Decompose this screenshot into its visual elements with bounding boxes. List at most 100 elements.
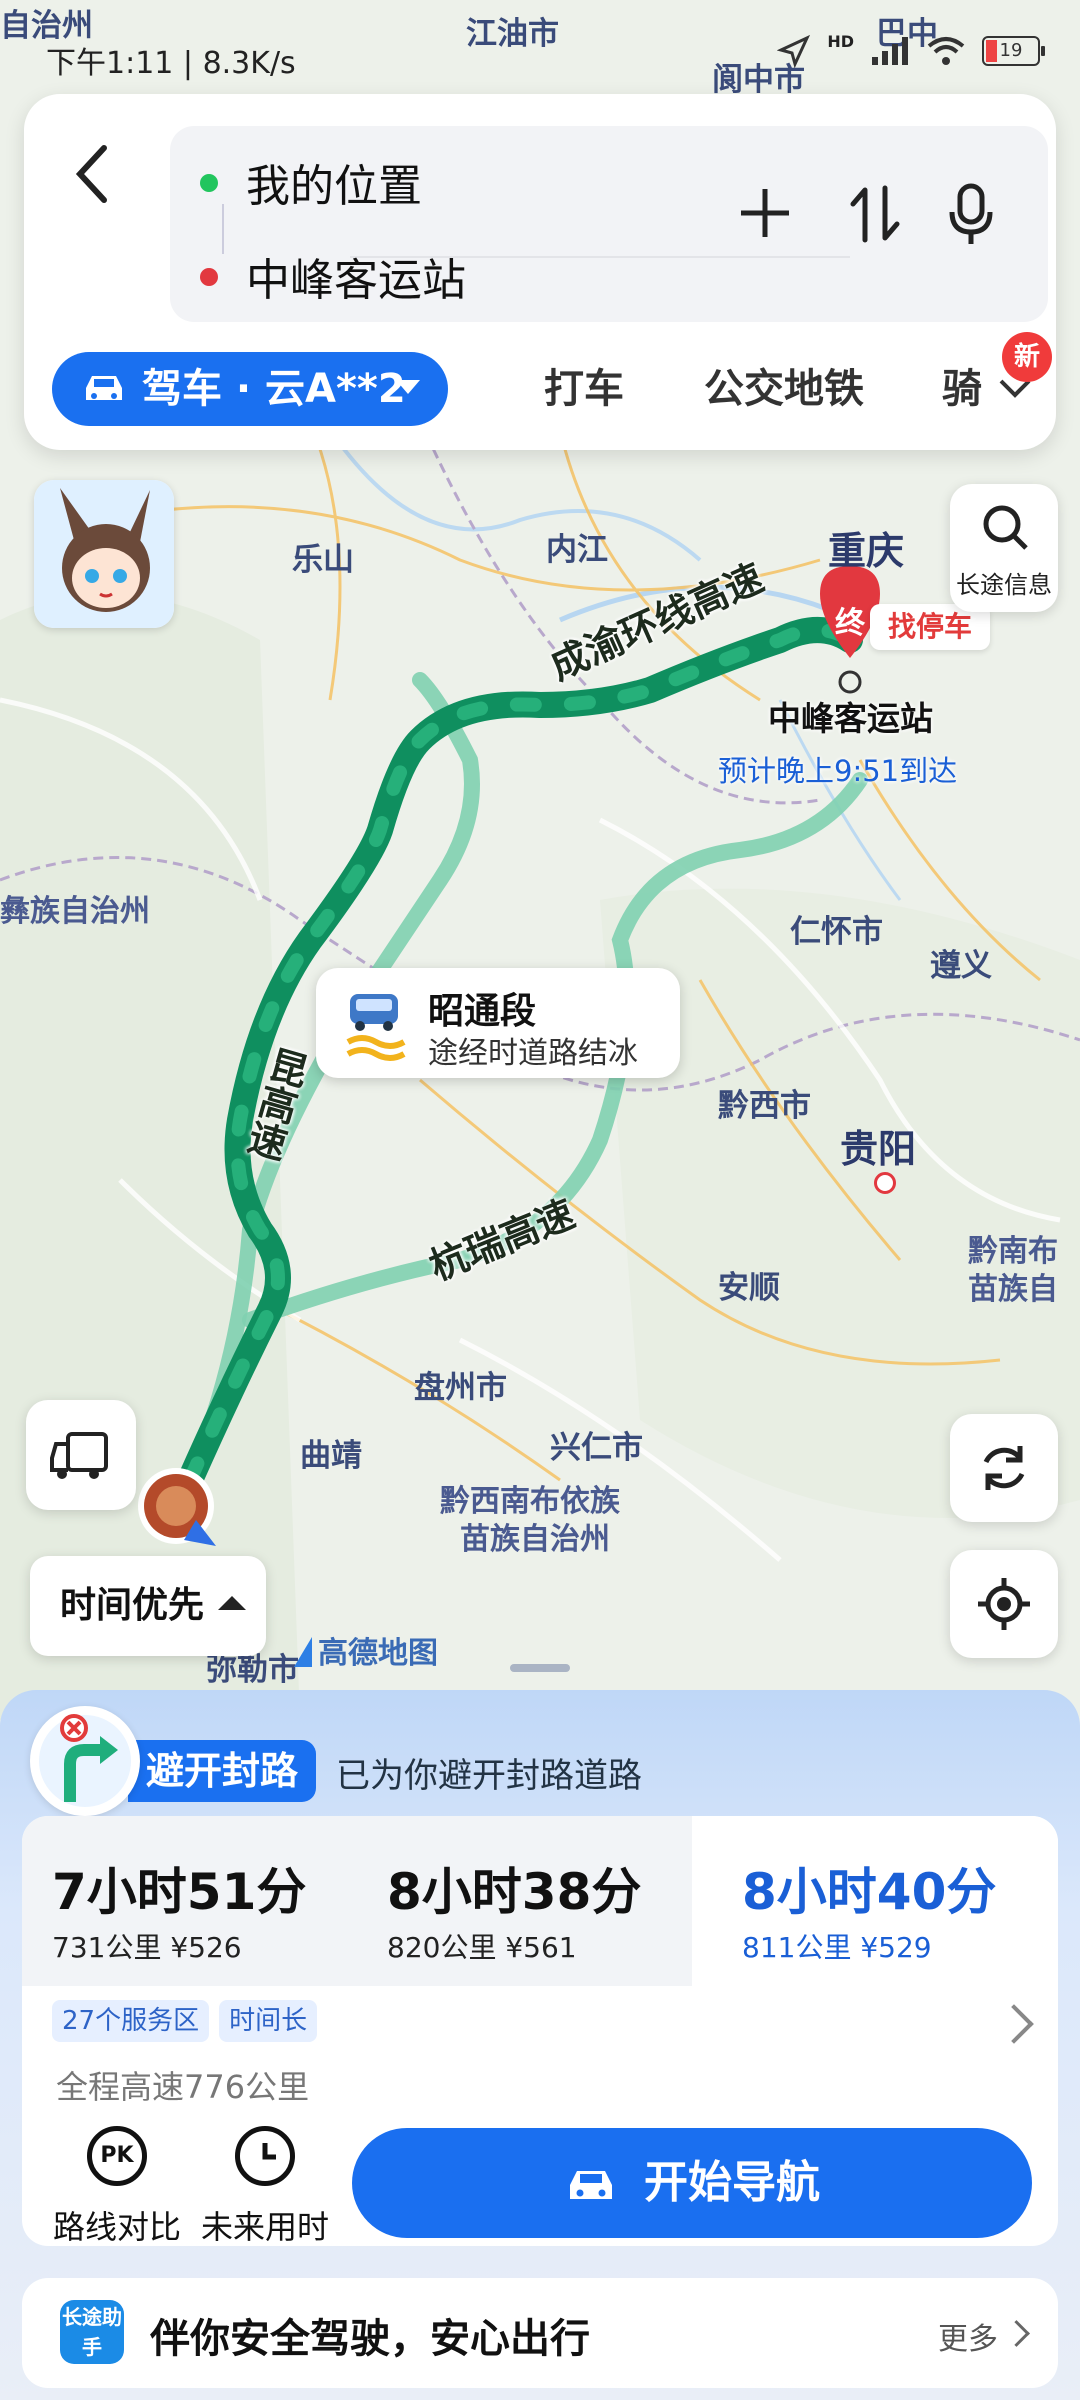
origin-dot-icon xyxy=(200,174,218,192)
place-label: 彝族自治州 xyxy=(0,894,150,929)
route-input-box: 我的位置 中峰客运站 xyxy=(170,126,1048,322)
place-label: 兴仁市 xyxy=(550,1430,643,1466)
route-duration: 8小时40分 xyxy=(742,1863,997,1921)
detour-icon xyxy=(39,1714,131,1807)
end-marker[interactable]: 终 xyxy=(826,600,874,648)
route-option-2[interactable]: 8小时38分 820公里 ¥561 xyxy=(357,1816,692,1986)
route-option-3[interactable]: 8小时40分 811公里 ¥529 xyxy=(712,1816,1058,1986)
long-trip-assistant-banner[interactable]: 长途助手 伴你安全驾驶，安心出行 更多 xyxy=(22,2278,1058,2388)
place-label: 苗族自治州 xyxy=(460,1522,610,1557)
place-label: 仁怀市 xyxy=(790,914,883,950)
destination-dot-icon xyxy=(200,268,218,286)
assistant-text: 伴你安全驾驶，安心出行 xyxy=(150,2316,590,2362)
car-icon xyxy=(86,376,122,400)
microphone-icon xyxy=(949,183,993,244)
voice-button[interactable] xyxy=(936,182,1006,262)
route-options-card: 7小时51分 731公里 ¥526 8小时38分 820公里 ¥561 8小时4… xyxy=(22,1816,1058,2246)
place-label: 内江 xyxy=(546,532,608,568)
tab-drive[interactable]: 驾车 · 云A**2 xyxy=(52,352,448,426)
wifi-icon xyxy=(927,37,965,65)
route-duration: 8小时38分 xyxy=(387,1863,642,1921)
route-detail-chevron-icon[interactable] xyxy=(994,2004,1034,2044)
location-arrow-icon xyxy=(777,34,811,68)
amap-logo: 高德地图 xyxy=(294,1628,438,1672)
road-ice-warning[interactable]: 昭通段 途经时道路结冰 xyxy=(316,968,680,1078)
tab-transit[interactable]: 公交地铁 xyxy=(704,352,864,426)
route-search-card: 我的位置 中峰客运站 驾车 · 云A**2 打车 公交地铁 骑 新 xyxy=(24,94,1056,450)
place-label: 安顺 xyxy=(718,1270,780,1306)
assistant-logo: 长途助手 xyxy=(60,2300,124,2364)
back-arrow-icon xyxy=(75,145,107,203)
clock-icon xyxy=(235,2126,295,2186)
destination-text: 中峰客运站 xyxy=(246,255,466,306)
avoid-closure-message: 已为你避开封路道路 xyxy=(336,1756,642,1796)
place-label: 遵义 xyxy=(930,948,992,984)
car-icon xyxy=(570,2171,612,2199)
ice-warning-desc: 途经时道路结冰 xyxy=(428,1036,638,1071)
bunny-mascot-icon xyxy=(34,480,174,628)
vehicle-settings-button[interactable] xyxy=(26,1400,136,1510)
place-label: 乐山 xyxy=(292,542,354,578)
chevron-right-icon xyxy=(1003,2320,1030,2347)
locate-icon xyxy=(978,1578,1030,1630)
tab-taxi[interactable]: 打车 xyxy=(544,352,624,426)
long-trip-info-button[interactable]: 长途信息 xyxy=(950,484,1058,612)
route-meta: 731公里 ¥526 xyxy=(52,1931,242,1964)
signal-icon xyxy=(872,37,908,65)
tab-drive-label: 驾车 · 云A**2 xyxy=(142,366,406,412)
city-pin xyxy=(874,1172,896,1194)
place-label: 曲靖 xyxy=(300,1438,362,1474)
route-preference-label: 时间优先 xyxy=(60,1585,205,1626)
place-label: 贵阳 xyxy=(840,1127,917,1171)
detour-icon-wrap xyxy=(30,1706,140,1816)
truck-icon xyxy=(50,1432,108,1479)
refresh-route-button[interactable] xyxy=(950,1414,1058,1522)
status-time: 下午1:11 | 8.3K/s xyxy=(46,46,296,81)
future-time-label: 未来用时 xyxy=(200,2208,329,2246)
assistant-more-link[interactable]: 更多 xyxy=(938,2314,998,2358)
long-trip-info-label: 长途信息 xyxy=(956,571,1052,599)
route-preference-button[interactable]: 时间优先 xyxy=(30,1556,266,1656)
place-label: 重庆 xyxy=(828,529,905,573)
sheet-handle[interactable] xyxy=(510,1664,570,1672)
back-button[interactable] xyxy=(62,142,122,222)
pk-icon: PK xyxy=(87,2126,147,2186)
future-time-button[interactable]: 未来用时 xyxy=(200,2126,330,2248)
ice-warning-title: 昭通段 xyxy=(428,991,537,1032)
refresh-icon xyxy=(983,1446,1025,1490)
status-bar: 下午1:11 | 8.3K/s HD 19 xyxy=(0,0,1080,84)
tab-bike[interactable]: 骑 xyxy=(942,352,982,426)
search-icon xyxy=(983,505,1028,550)
avatar[interactable] xyxy=(34,480,174,628)
start-navigation-label: 开始导航 xyxy=(644,2157,820,2208)
tag-long-time: 时间长 xyxy=(219,2000,318,2042)
plus-icon xyxy=(741,189,789,237)
avoid-closure-badge: 避开封路 xyxy=(128,1740,317,1802)
swap-icon xyxy=(850,185,900,243)
route-option-1[interactable]: 7小时51分 731公里 ¥526 xyxy=(22,1816,357,1986)
origin-text: 我的位置 xyxy=(246,161,422,212)
chevron-up-icon xyxy=(218,1596,246,1610)
origin-field[interactable]: 我的位置 xyxy=(200,150,422,214)
locate-me-button[interactable] xyxy=(950,1550,1058,1658)
route-tags: 27个服务区 时间长 xyxy=(52,2000,318,2042)
eta-label: 预计晚上9:51到达 xyxy=(718,754,958,788)
start-navigation-button[interactable]: 开始导航 xyxy=(352,2128,1032,2238)
route-compare-button[interactable]: PK 路线对比 xyxy=(52,2126,182,2248)
amap-arrow-icon xyxy=(294,1637,312,1667)
add-waypoint-button[interactable] xyxy=(730,182,800,262)
destination-field[interactable]: 中峰客运站 xyxy=(200,244,466,308)
battery-icon: 19 xyxy=(982,36,1045,66)
swap-button[interactable] xyxy=(840,182,910,262)
hd-label: HD xyxy=(827,31,854,51)
highway-summary: 全程高速776公里 xyxy=(56,2068,310,2106)
route-meta: 811公里 ¥529 xyxy=(742,1931,932,1964)
route-duration: 7小时51分 xyxy=(52,1863,307,1921)
route-compare-label: 路线对比 xyxy=(52,2208,181,2246)
travel-mode-tabs: 驾车 · 云A**2 打车 公交地铁 骑 新 xyxy=(52,332,1052,426)
new-badge: 新 xyxy=(1002,332,1052,382)
route-bottom-sheet: 避开封路 已为你避开封路道路 7小时51分 731公里 ¥526 8小时38分 … xyxy=(0,1664,1080,2400)
tag-service-areas: 27个服务区 xyxy=(52,2000,210,2042)
place-label: 苗族自 xyxy=(968,1272,1058,1307)
destination-map-label: 中峰客运站 xyxy=(768,699,933,738)
